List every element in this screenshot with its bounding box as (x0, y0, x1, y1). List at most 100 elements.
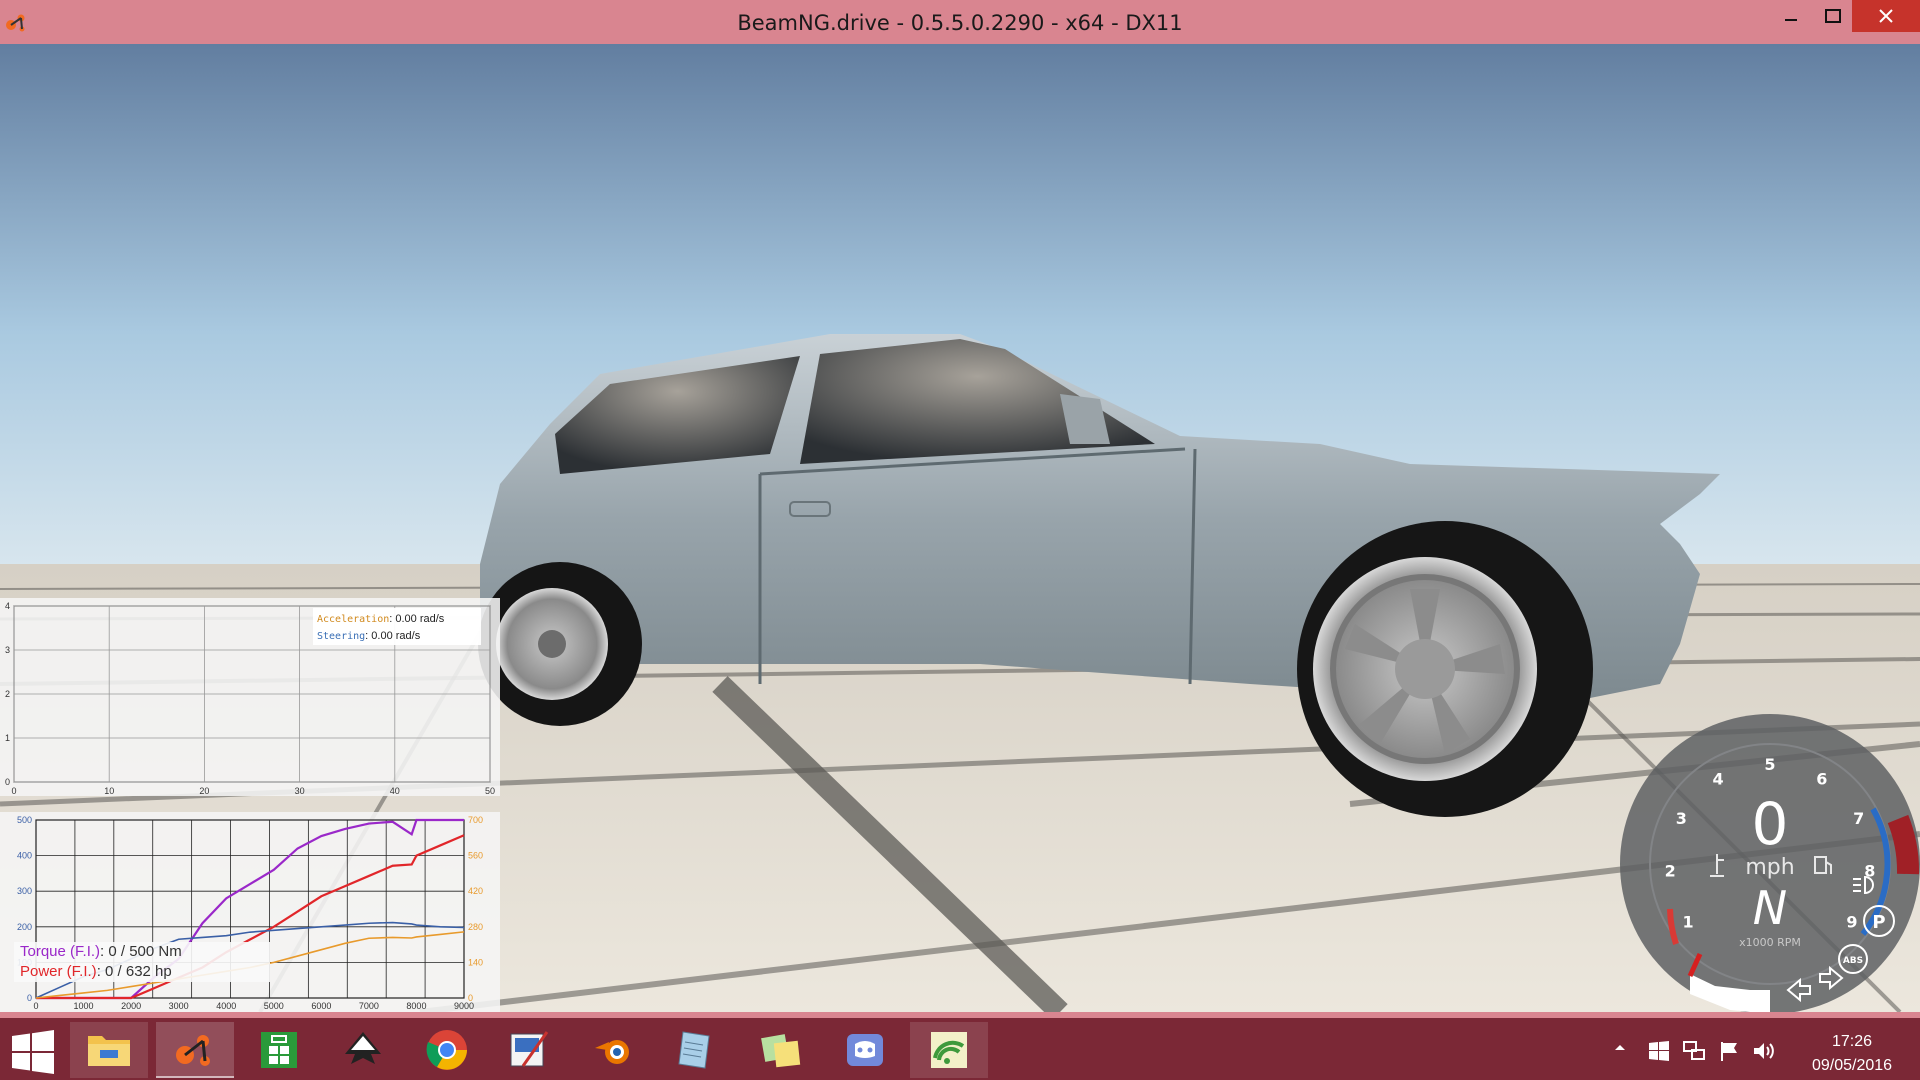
x-tick-label: 50 (485, 786, 495, 796)
right-tick-label: 140 (468, 957, 483, 967)
x-tick-label: 2000 (121, 1001, 141, 1011)
torque-power-graph: 0100020003000400050006000700080009000010… (17, 815, 483, 1011)
rpm-label: x1000 RPM (1739, 936, 1801, 949)
maximize-icon (1825, 9, 1841, 23)
inkscape-icon (345, 1032, 381, 1064)
taskbar-clock[interactable]: 17:26 09/05/2016 (1790, 1030, 1914, 1078)
speedometer-gauge: 0 mph N x1000 RPM 123456789 P ABS (1620, 714, 1920, 1012)
left-tick-label: 200 (17, 922, 32, 932)
gear-indicator: N (1753, 881, 1787, 935)
torque-power-graph-panel: 0100020003000400050006000700080009000010… (0, 812, 500, 1012)
chrome-icon (426, 1030, 467, 1070)
power-value: : 0 / 632 hp (96, 963, 172, 980)
window-title: BeamNG.drive - 0.5.5.0.2290 - x64 - DX11 (737, 11, 1183, 35)
x-tick-label: 20 (199, 786, 209, 796)
sticky-notes-icon (761, 1034, 801, 1068)
wifi-app-icon (931, 1032, 967, 1068)
power-legend-row: Power (F.I.): 0 / 632 hp (20, 962, 270, 982)
y-tick-label: 3 (5, 645, 10, 655)
x-tick-label: 3000 (169, 1001, 189, 1011)
taskbar-app-notepad[interactable] (656, 1022, 734, 1078)
x-tick-label: 10 (104, 786, 114, 796)
rpm-number-label: 9 (1846, 912, 1857, 931)
start-button[interactable] (10, 1030, 56, 1076)
beamng-logo-icon (176, 1035, 210, 1066)
maximize-button[interactable] (1810, 0, 1856, 32)
taskbar-app-sticky-notes[interactable] (742, 1022, 820, 1078)
acceleration-key: Acceleration (317, 614, 390, 625)
taskbar-app-inkscape[interactable] (324, 1022, 402, 1078)
minimize-button[interactable] (1768, 0, 1814, 32)
rpm-number-label: 3 (1676, 809, 1687, 828)
steering-key: Steering (317, 631, 366, 642)
rpm-number-label: 6 (1816, 770, 1827, 789)
torque-value: : 0 / 500 Nm (100, 943, 182, 960)
x-tick-label: 6000 (311, 1001, 331, 1011)
rpm-number-label: 7 (1853, 809, 1864, 828)
taskbar-app-store[interactable] (240, 1022, 318, 1078)
x-tick-label: 4000 (216, 1001, 236, 1011)
volume-icon[interactable] (1752, 1040, 1776, 1062)
taskbar-accent-strip (0, 1012, 1920, 1018)
blender-icon (595, 1040, 629, 1064)
speed-unit: mph (1745, 855, 1794, 880)
taskbar-app-chrome[interactable] (408, 1022, 486, 1078)
y-tick-label: 1 (5, 733, 10, 743)
chevron-up-icon[interactable] (1612, 1040, 1628, 1056)
taskbar-app-file-explorer[interactable] (70, 1022, 148, 1078)
right-tick-label: 280 (468, 922, 483, 932)
paint-icon (510, 1031, 549, 1067)
x-tick-label: 30 (295, 786, 305, 796)
x-tick-label: 40 (390, 786, 400, 796)
network-icon[interactable] (1682, 1040, 1706, 1062)
x-tick-label: 5000 (264, 1001, 284, 1011)
y-tick-label: 0 (5, 777, 10, 787)
taskbar (0, 1012, 1920, 1080)
taskbar-app-paint[interactable] (490, 1022, 568, 1078)
left-tick-label: 0 (27, 993, 32, 1003)
torque-key: Torque (F.I.) (20, 943, 101, 960)
left-tick-label: 300 (17, 886, 32, 896)
taskbar-app-wifi[interactable] (910, 1022, 988, 1078)
x-tick-label: 0 (11, 786, 16, 796)
y-tick-label: 4 (5, 601, 10, 611)
rpm-number-label: 1 (1683, 912, 1694, 931)
minimize-icon (1785, 19, 1797, 21)
rpm-number-label: 4 (1713, 770, 1724, 789)
taskbar-app-blender[interactable] (574, 1022, 652, 1078)
store-icon (261, 1032, 297, 1068)
x-tick-label: 1000 (74, 1001, 94, 1011)
close-icon (1879, 9, 1893, 23)
steering-legend-row: Steering: 0.00 rad/s (317, 628, 477, 645)
clock-date: 09/05/2016 (1811, 1057, 1893, 1074)
x-tick-label: 7000 (359, 1001, 379, 1011)
clock-time: 17:26 (1831, 1033, 1873, 1050)
acceleration-legend: Acceleration: 0.00 rad/s Steering: 0.00 … (313, 608, 481, 645)
right-tick-label: 560 (468, 851, 483, 861)
action-center-flag-icon[interactable] (1718, 1040, 1740, 1062)
discord-icon (847, 1034, 883, 1066)
right-tick-label: 420 (468, 886, 483, 896)
x-tick-label: 0 (33, 1001, 38, 1011)
left-tick-label: 500 (17, 815, 32, 825)
right-tick-label: 0 (468, 993, 473, 1003)
acceleration-value: : 0.00 rad/s (389, 613, 445, 625)
game-viewport[interactable]: 0 10 20 30 40 50 0 1 2 3 4 Acceleration: 0.00 rad/… (0, 44, 1920, 1012)
power-key: Power (F.I.) (20, 963, 97, 980)
speed-readout: 0 (1752, 790, 1789, 858)
taskbar-app-discord[interactable] (826, 1022, 904, 1078)
close-button[interactable] (1852, 0, 1920, 32)
windows-flag-icon[interactable] (1648, 1040, 1670, 1062)
folder-icon (88, 1036, 130, 1066)
torque-power-legend: Torque (F.I.): 0 / 500 Nm Power (F.I.): … (14, 942, 270, 982)
y-tick-label: 2 (5, 689, 10, 699)
rpm-number-label: 5 (1764, 755, 1775, 774)
rpm-number-label: 2 (1665, 862, 1676, 881)
steering-value: : 0.00 rad/s (365, 630, 421, 642)
right-tick-label: 700 (468, 815, 483, 825)
acceleration-legend-row: Acceleration: 0.00 rad/s (317, 611, 477, 628)
torque-legend-row: Torque (F.I.): 0 / 500 Nm (20, 942, 270, 962)
windows-logo-icon (12, 1030, 54, 1074)
abs-label: ABS (1843, 956, 1863, 966)
taskbar-app-beamng[interactable] (156, 1022, 234, 1078)
